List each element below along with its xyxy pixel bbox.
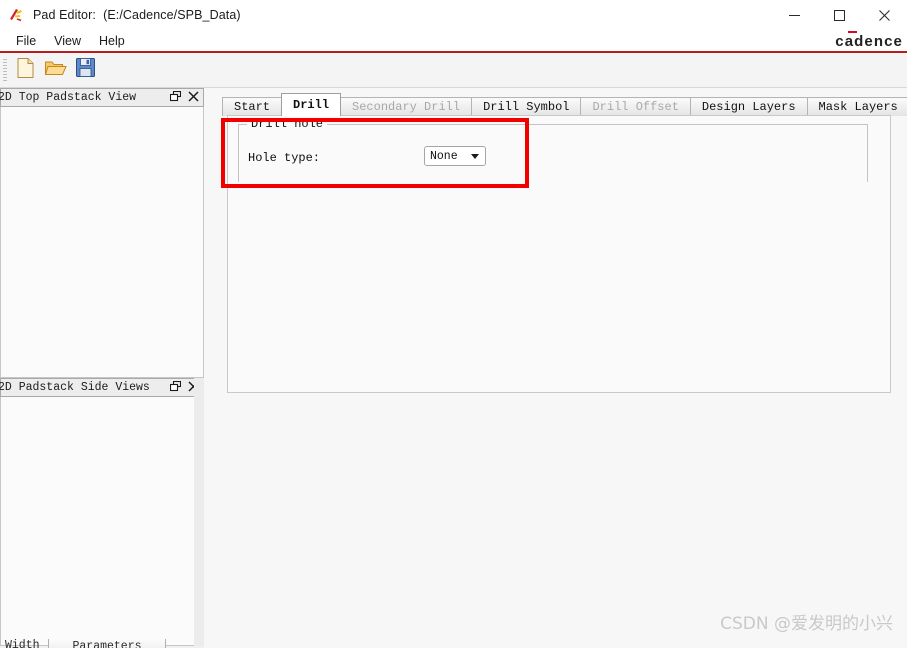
tab-label-design-layers: Design Layers [701, 100, 796, 114]
restore-icon[interactable] [169, 379, 182, 397]
tab-label-drill-symbol: Drill Symbol [483, 100, 570, 114]
tab-drill-symbol[interactable]: Drill Symbol [471, 97, 582, 116]
pad-editor-window: Pad Editor: (E:/Cadence/SPB_Data) File V… [0, 0, 907, 648]
hole-type-label: Hole type: [248, 151, 321, 165]
main-content: Start Drill Secondary Drill Drill Symbol… [212, 88, 907, 648]
parameters-button[interactable]: Parameters [48, 639, 166, 648]
tab-drill[interactable]: Drill [281, 93, 342, 116]
panel-title-top-padstack: 2D Top Padstack View [0, 91, 137, 104]
maximize-button[interactable] [817, 0, 862, 30]
minimize-button[interactable] [772, 0, 817, 30]
menu-item-help[interactable]: Help [90, 32, 134, 50]
panel-canvas-side-views[interactable] [0, 378, 204, 646]
pad-editor-icon [7, 6, 25, 24]
cadence-logo-macron [848, 31, 858, 33]
left-dock: 2D Top Padstack View 2D Padstack Side Vi… [0, 88, 204, 648]
tab-mask-layers[interactable]: Mask Layers [806, 97, 907, 116]
panel-title-buttons-top-padstack [169, 89, 203, 107]
tab-design-layers[interactable]: Design Layers [689, 97, 808, 116]
tab-label-drill: Drill [293, 98, 330, 112]
cadence-logo: cadence [835, 30, 903, 52]
tab-secondary-drill: Secondary Drill [340, 97, 473, 116]
tab-label-drill-offset: Drill Offset [592, 100, 679, 114]
close-button[interactable] [862, 0, 907, 30]
save-icon [75, 57, 96, 83]
new-file-button[interactable] [11, 56, 39, 84]
panel-title-bar-side-views: 2D Padstack Side Views [0, 378, 204, 397]
menu-bar: File View Help [0, 30, 907, 51]
tab-label-mask-layers: Mask Layers [818, 100, 898, 114]
tab-start[interactable]: Start [222, 97, 283, 116]
toolbar-grip[interactable] [3, 59, 7, 81]
tab-label-start: Start [234, 100, 271, 114]
restore-icon[interactable] [169, 89, 182, 107]
title-bar: Pad Editor: (E:/Cadence/SPB_Data) [0, 0, 907, 30]
cadence-logo-text: cadence [835, 32, 903, 50]
panel-2d-top-padstack-view: 2D Top Padstack View [0, 88, 204, 378]
menu-item-file[interactable]: File [7, 32, 45, 50]
bottom-clipped-controls: Width Parameters [0, 639, 204, 648]
toolbar [0, 53, 907, 88]
close-icon[interactable] [188, 89, 199, 107]
hole-type-value: None [430, 149, 458, 163]
chevron-down-icon [471, 153, 479, 159]
panel-scrollbar-side-views[interactable] [194, 378, 204, 646]
width-label: Width [5, 639, 40, 648]
panel-title-side-views: 2D Padstack Side Views [0, 381, 150, 394]
window-title: Pad Editor: (E:/Cadence/SPB_Data) [33, 8, 241, 22]
drill-hole-group: Drill hole Hole type: None [238, 117, 868, 182]
open-folder-icon [44, 58, 67, 83]
open-file-button[interactable] [41, 56, 69, 84]
hole-type-select[interactable]: None [424, 146, 486, 166]
panel-title-bar-top-padstack: 2D Top Padstack View [0, 88, 204, 107]
save-button[interactable] [71, 56, 99, 84]
panel-canvas-top-padstack[interactable] [0, 107, 204, 378]
drill-hole-group-title: Drill hole [247, 117, 328, 131]
window-controls [772, 0, 907, 30]
menu-item-view[interactable]: View [45, 32, 90, 50]
panel-2d-padstack-side-views: 2D Padstack Side Views [0, 378, 204, 646]
tab-drill-offset: Drill Offset [580, 97, 691, 116]
drill-tab-page: Drill hole Hole type: None [227, 115, 891, 393]
tab-label-secondary-drill: Secondary Drill [352, 100, 461, 114]
watermark: CSDN @爱发明的小兴 [720, 614, 893, 634]
tab-strip: Start Drill Secondary Drill Drill Symbol… [222, 93, 907, 116]
new-file-icon [15, 57, 36, 84]
